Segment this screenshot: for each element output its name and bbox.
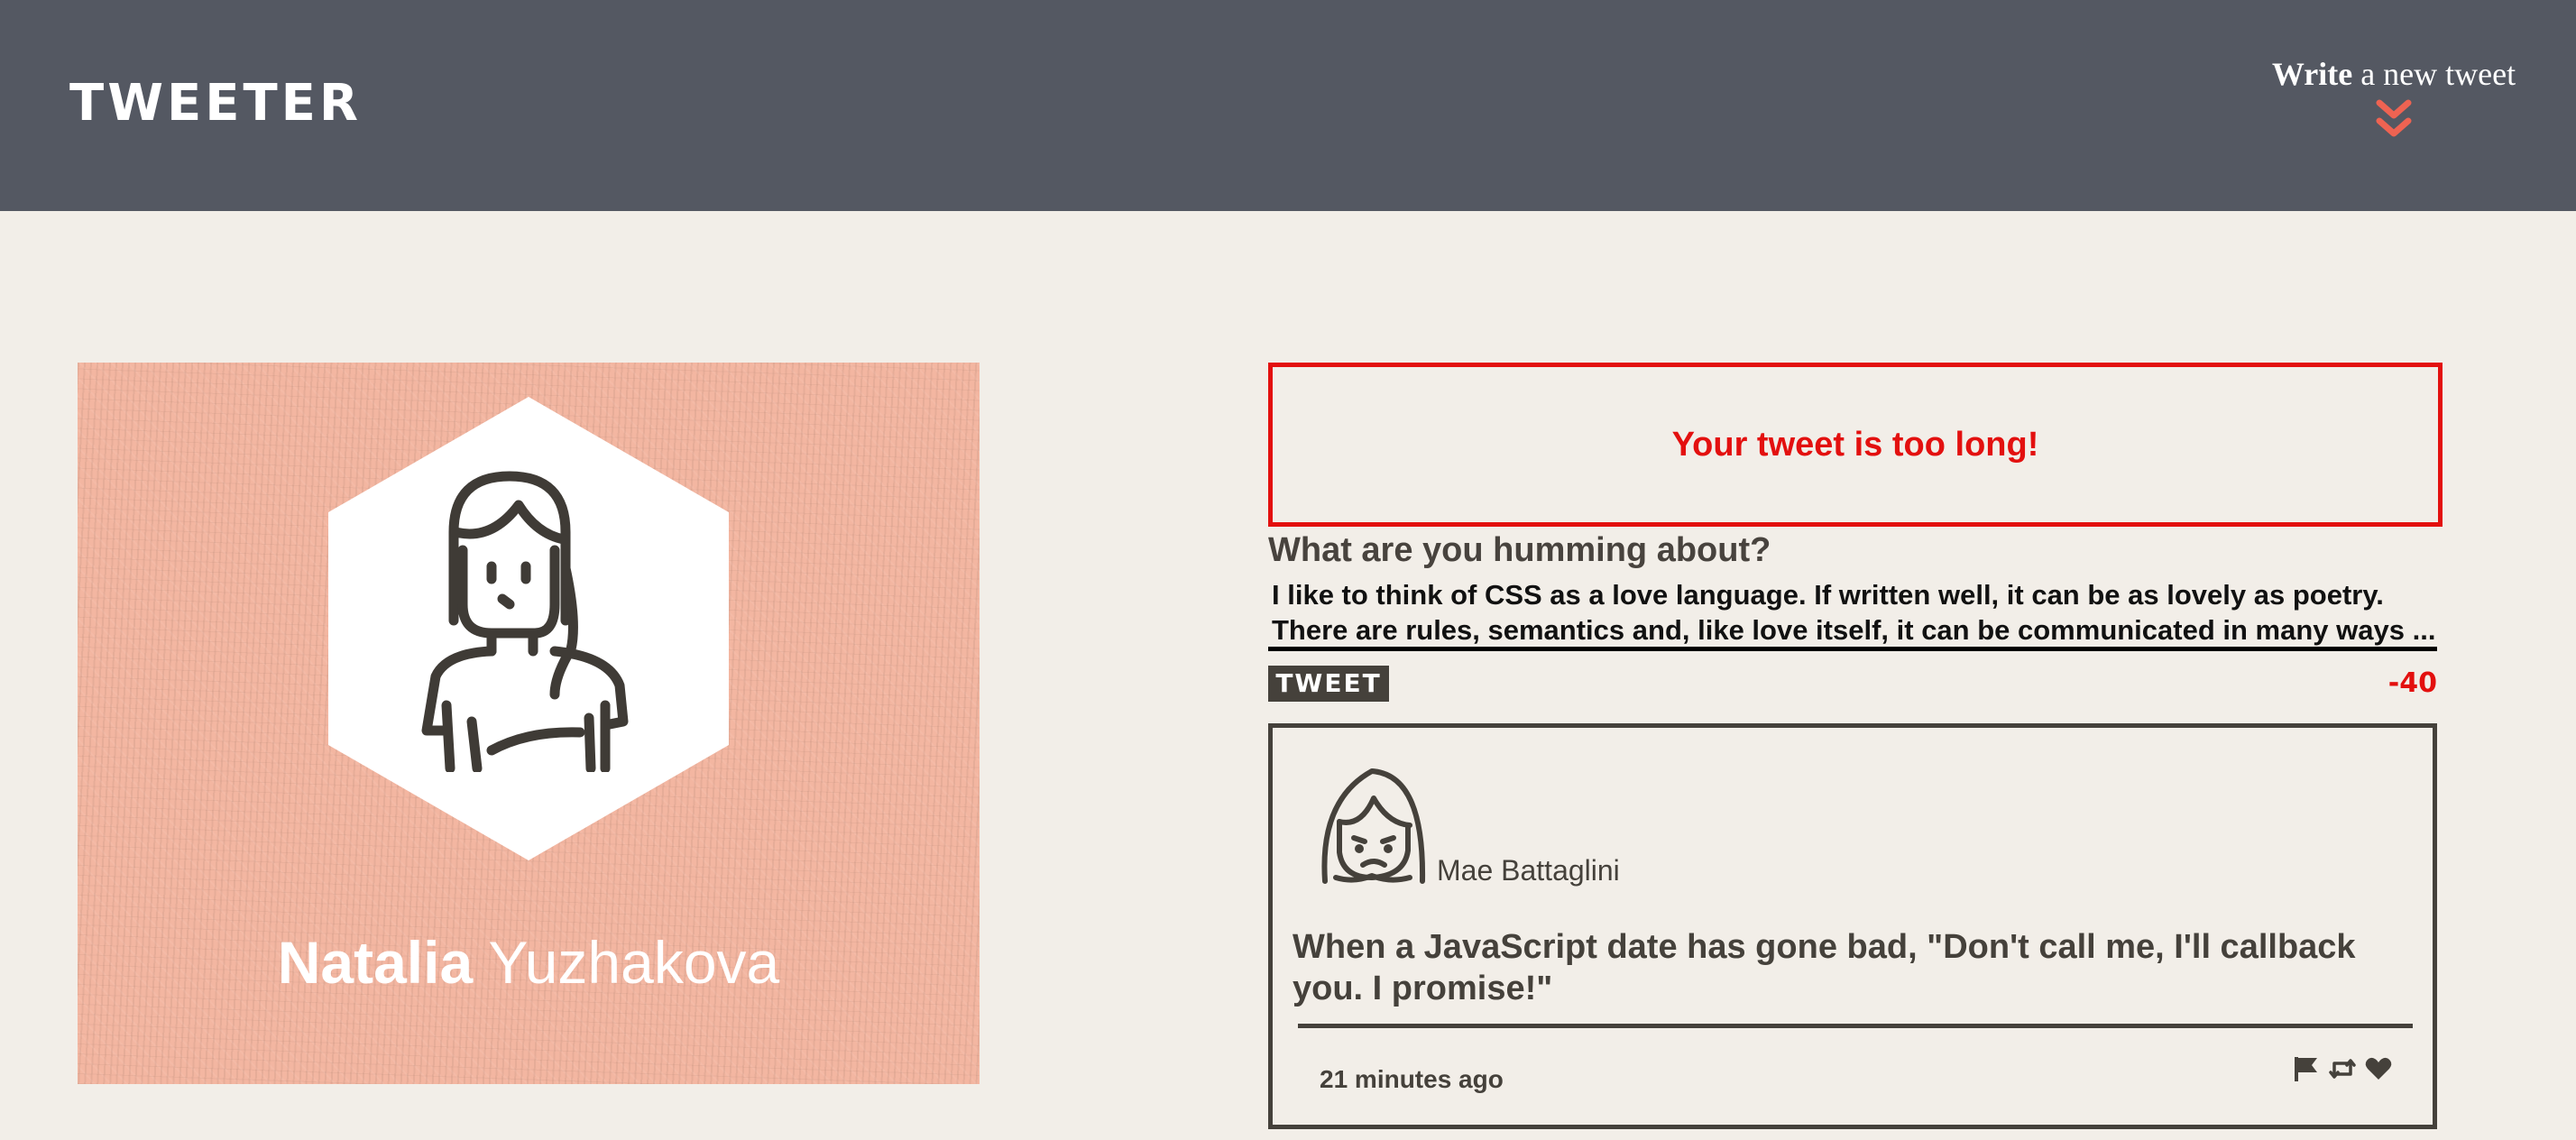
write-toggle-rest: a new tweet [2352,56,2516,92]
tweet-divider [1298,1024,2413,1028]
heart-icon[interactable] [2364,1054,2393,1083]
retweet-icon[interactable] [2328,1054,2357,1083]
error-message-box: Your tweet is too long! [1268,363,2443,527]
flag-icon[interactable] [2292,1054,2321,1083]
error-message: Your tweet is too long! [1671,425,2039,464]
write-toggle-bold: Write [2271,56,2353,92]
write-new-tweet-toggle[interactable]: Write a new tweet [2259,52,2529,144]
woman-avatar-icon [421,471,629,772]
compose-label: What are you humming about? [1268,531,1771,569]
brand-logo: TWEETER [69,74,363,133]
double-chevron-down-icon [2376,99,2412,137]
character-counter: -40 [2387,667,2437,699]
profile-last-name: Yuzhakova [488,929,780,996]
tweet-text-input[interactable]: I like to think of CSS as a love languag… [1268,577,2437,651]
tweet-content: When a JavaScript date has gone bad, "Do… [1293,928,2356,1007]
tweet-button[interactable]: TWEET [1268,666,1389,702]
profile-card: Natalia Yuzhakova [78,363,980,1084]
tweet-timestamp: 21 minutes ago [1320,1065,1504,1093]
profile-first-name: Natalia [277,929,474,996]
tweet-actions [2292,1054,2393,1083]
tweet-card: Mae Battaglini When a JavaScript date ha… [1268,723,2437,1129]
top-nav: TWEETER Write a new tweet [0,0,2576,211]
sad-woman-avatar-icon [1321,768,1426,884]
profile-name: Natalia Yuzhakova [78,922,980,1003]
tweet-author[interactable]: Mae Battaglini [1437,852,1620,888]
